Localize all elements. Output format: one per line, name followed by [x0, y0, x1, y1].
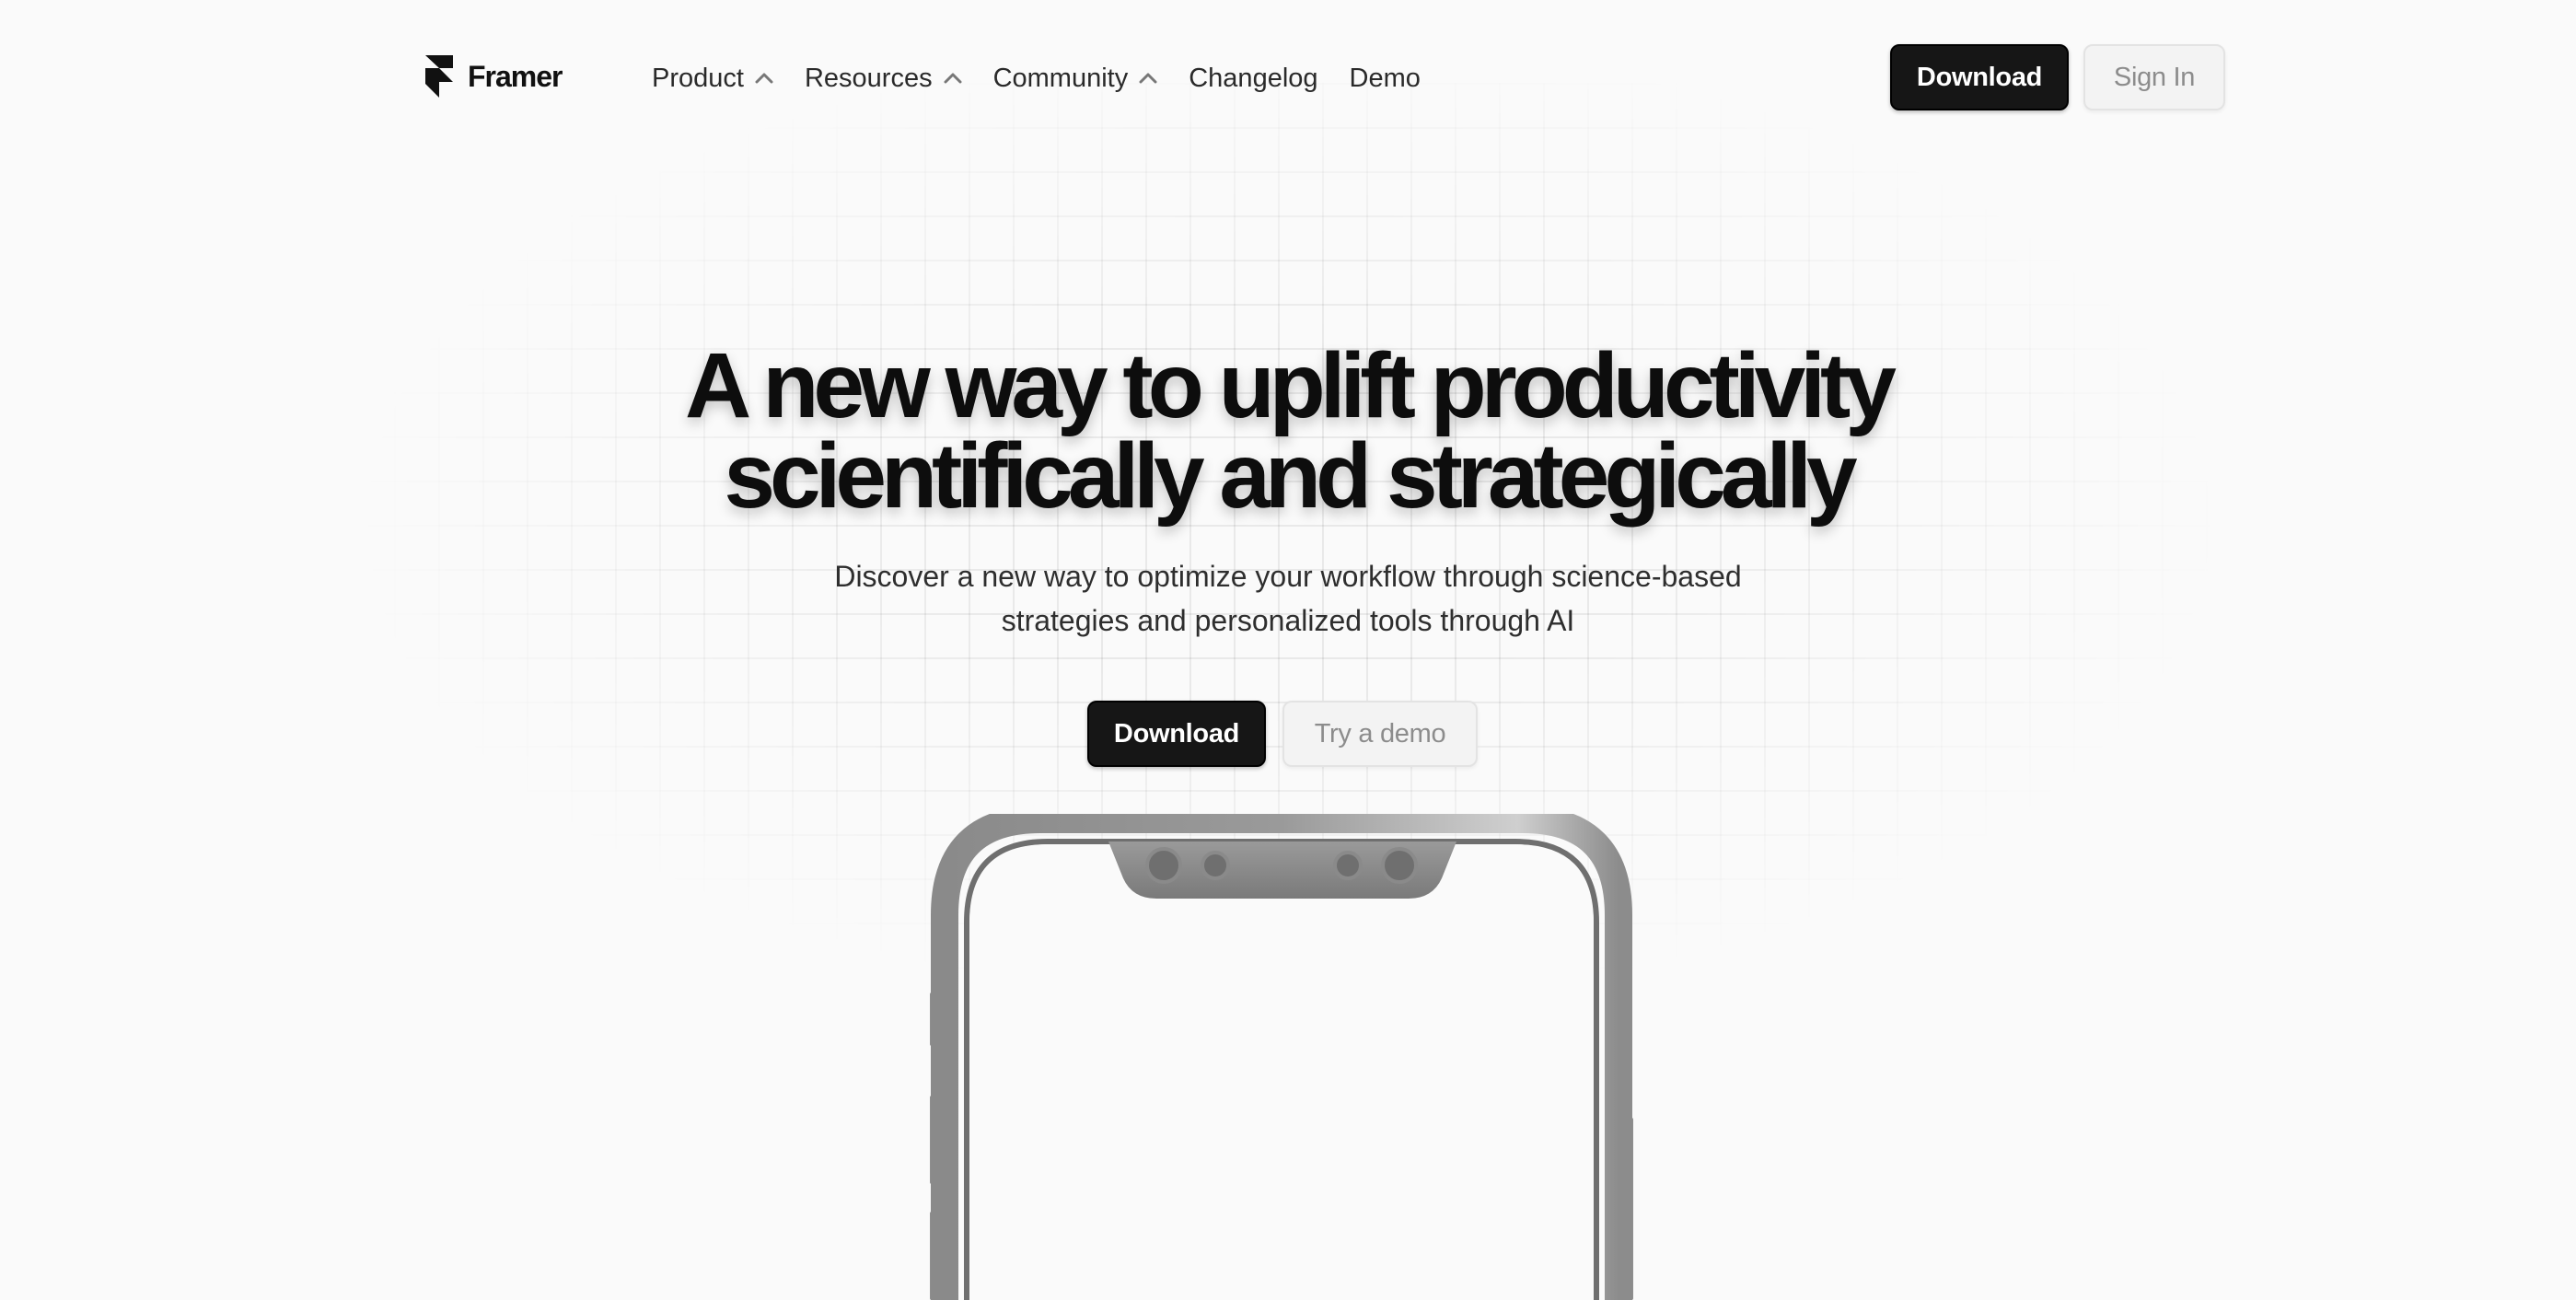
try-demo-button[interactable]: Try a demo	[1282, 701, 1478, 767]
hero-subtitle: Discover a new way to optimize your work…	[0, 554, 2576, 643]
hero-actions: Download Try a demo	[1087, 701, 1478, 767]
top-navbar: Framer Product Resources Community Chang…	[0, 0, 2576, 157]
nav-item-label: Product	[652, 63, 744, 93]
phone-mockup	[924, 814, 1652, 1300]
nav-item-demo[interactable]: Demo	[1350, 64, 1421, 94]
brand-name: Framer	[468, 59, 563, 93]
chevron-up-icon	[755, 73, 773, 84]
sensor-icon	[1333, 851, 1363, 880]
framer-logo-icon	[424, 53, 455, 99]
nav-item-product[interactable]: Product	[652, 64, 773, 94]
hero-title-line-2: scientifically and strategically	[724, 424, 1857, 528]
hero-title-line-1: A new way to uplift productivity	[685, 334, 1897, 437]
nav-item-community[interactable]: Community	[993, 64, 1158, 94]
hero-subtitle-line-1: Discover a new way to optimize your work…	[834, 560, 1742, 593]
nav-item-label: Community	[992, 63, 1129, 93]
brand-logo-link[interactable]: Framer	[424, 53, 563, 99]
chevron-up-icon	[1139, 73, 1157, 84]
sensor-icon	[1201, 851, 1230, 880]
hero-title: A new way to uplift productivity scienti…	[0, 334, 2576, 528]
nav-item-label: Demo	[1349, 63, 1421, 93]
camera-icon	[1381, 847, 1418, 884]
main-nav: Product Resources Community Changelog De…	[652, 55, 1421, 101]
nav-item-label: Changelog	[1189, 63, 1318, 93]
sign-in-button[interactable]: Sign In	[2083, 44, 2225, 110]
hero-subtitle-line-2: strategies and personalized tools throug…	[1001, 604, 1575, 637]
nav-download-button[interactable]: Download	[1890, 44, 2069, 110]
nav-item-resources[interactable]: Resources	[805, 64, 962, 94]
camera-icon	[1145, 847, 1182, 884]
hero-download-button[interactable]: Download	[1087, 701, 1266, 767]
chevron-up-icon	[944, 73, 962, 84]
nav-item-label: Resources	[804, 63, 933, 93]
nav-actions: Download Sign In	[1890, 44, 2225, 110]
nav-item-changelog[interactable]: Changelog	[1189, 64, 1317, 94]
